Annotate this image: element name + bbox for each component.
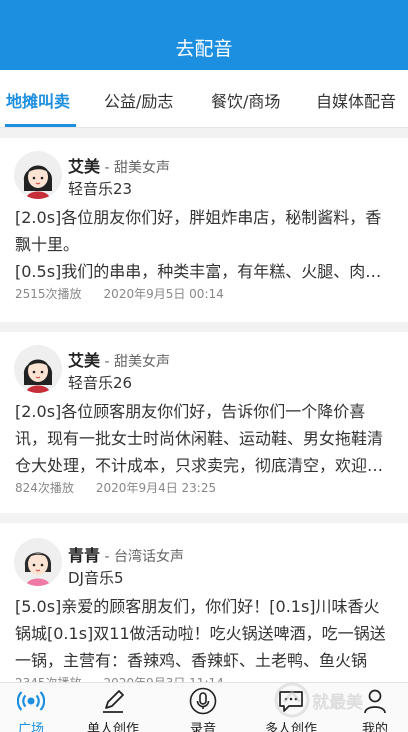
voice-card[interactable]: 艾美 - 甜美女声 轻音乐23 [2.0s]各位朋友你们好，胖姐炸串店，秘制酱料… — [0, 138, 408, 322]
category-tabs: 地摊叫卖 公益/励志 餐饮/商场 自媒体配音 — [0, 70, 408, 128]
nav-square[interactable]: 广场 — [6, 683, 56, 732]
voice-name: 青青 — [68, 546, 101, 565]
voice-name: 艾美 — [68, 157, 101, 176]
girl-avatar-icon — [14, 151, 62, 199]
bgm-label: 轻音乐26 — [68, 374, 133, 392]
bgm-label: DJ音乐5 — [68, 569, 124, 587]
voice-card[interactable]: 艾美 - 甜美女声 轻音乐26 [2.0s]各位顾客朋友你们好，告诉你们一个降价… — [0, 332, 408, 513]
script-text: [5.0s]亲爱的顾客朋友们，你们好！[0.1s]川味香火锅城[0.1s]双11… — [15, 597, 386, 670]
tab-street-vending[interactable]: 地摊叫卖 — [6, 88, 70, 112]
tab-dining[interactable]: 餐饮/商场 — [211, 88, 280, 112]
pen-icon — [103, 690, 124, 713]
watermark-logo: 就最美 — [272, 676, 404, 722]
play-count: 2515次播放 — [15, 287, 82, 301]
girl-avatar-icon — [14, 345, 62, 393]
nav-label: 录音 — [189, 722, 216, 732]
page-title: 去配音 — [175, 38, 233, 60]
voice-name: 艾美 — [68, 351, 101, 370]
active-tab-indicator — [5, 124, 76, 127]
voice-title: 艾美 - 甜美女声 — [68, 153, 170, 177]
publish-date: 2020年9月5日 00:14 — [103, 287, 224, 301]
script-text: [2.0s]各位朋友你们好，胖姐炸串店，秘制酱料，香飘十里。 — [15, 208, 382, 254]
tab-self-media[interactable]: 自媒体配音 — [316, 88, 396, 112]
voice-title: 青青 - 台湾话女声 — [68, 542, 184, 566]
voice-card[interactable]: 青青 - 台湾话女声 DJ音乐5 [5.0s]亲爱的顾客朋友们，你们好！[0.1… — [0, 523, 408, 690]
girl-avatar-icon — [14, 538, 62, 586]
watermark-icon — [274, 682, 310, 718]
nav-label: 单人创作 — [86, 722, 139, 732]
script-text: [2.0s]各位顾客朋友你们好，告诉你们一个降价喜讯，现有一批女士时尚休闲鞋、运… — [15, 402, 384, 475]
nav-label: 广场 — [17, 722, 44, 732]
card-meta: 824次播放 2020年9月4日 23:25 — [15, 479, 216, 496]
top-bar: 去配音 — [0, 0, 408, 70]
play-count: 824次播放 — [15, 481, 74, 495]
card-meta: 2515次播放 2020年9月5日 00:14 — [15, 285, 224, 302]
microphone-icon — [189, 687, 217, 715]
voice-type: - 甜美女声 — [100, 160, 170, 176]
tab-charity[interactable]: 公益/励志 — [104, 88, 173, 112]
voice-title: 艾美 - 甜美女声 — [68, 347, 170, 371]
voice-type: - 台湾话女声 — [100, 549, 184, 565]
nav-solo-create[interactable]: 单人创作 — [80, 683, 146, 732]
watermark-text: 就最美 — [312, 693, 363, 713]
bgm-label: 轻音乐23 — [68, 180, 133, 198]
broadcast-icon — [17, 691, 45, 711]
publish-date: 2020年9月4日 23:25 — [95, 481, 217, 495]
script-text-2: [0.5s]我们的串串，种类丰富，有年糕、火腿、肉类，应有尽有 — [15, 262, 395, 281]
nav-record[interactable]: 录音 — [178, 683, 228, 732]
voice-type: - 甜美女声 — [100, 354, 170, 370]
